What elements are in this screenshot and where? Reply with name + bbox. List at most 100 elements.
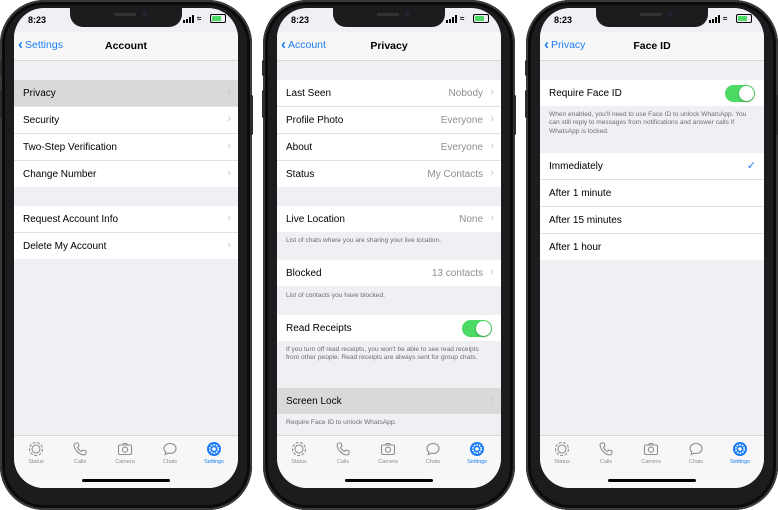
account-group-1: Privacy › Security › Two-Step Verification… bbox=[14, 80, 238, 187]
row-status[interactable]: Status My Contacts › bbox=[277, 161, 501, 187]
tab-camera[interactable]: Camera bbox=[105, 441, 145, 465]
chevron-right-icon: › bbox=[490, 140, 494, 152]
row-blocked[interactable]: Blocked 13 contacts › bbox=[277, 260, 501, 286]
signal-icon bbox=[446, 14, 457, 23]
tab-label: Calls bbox=[336, 459, 350, 465]
tab-settings[interactable]: Settings bbox=[457, 441, 497, 465]
nav-bar: ‹ Account Privacy bbox=[277, 32, 501, 61]
row-about[interactable]: About Everyone › bbox=[277, 134, 501, 161]
row-profile-photo[interactable]: Profile Photo Everyone › bbox=[277, 107, 501, 134]
tab-label: Calls bbox=[599, 459, 613, 465]
row-live-location[interactable]: Live Location None › bbox=[277, 206, 501, 232]
row-after-15-minutes[interactable]: After 15 minutes bbox=[540, 207, 764, 234]
tab-camera[interactable]: Camera bbox=[368, 441, 408, 465]
row-label: Screen Lock bbox=[286, 396, 342, 407]
row-label: Live Location bbox=[286, 214, 345, 225]
phone-privacy: 8:23 ≈ ‹ Account Privacy Last Seen Nobody ›… bbox=[262, 0, 516, 510]
battery-icon bbox=[210, 14, 226, 23]
battery-icon bbox=[473, 14, 489, 23]
phone-face-id: 8:23 ≈ ‹ Privacy Face ID Require Face ID … bbox=[525, 0, 778, 510]
read-receipts-footer: If you turn off read receipts, you won't… bbox=[286, 346, 479, 362]
camera-icon bbox=[643, 442, 659, 456]
privacy-group-blocked: Blocked 13 contacts › bbox=[277, 260, 501, 286]
live-location-footer: List of chats where you are sharing your… bbox=[286, 237, 442, 244]
row-label: Change Number bbox=[23, 169, 97, 180]
chats-icon bbox=[426, 442, 440, 456]
tab-status[interactable]: Status bbox=[16, 441, 56, 465]
privacy-group-screen-lock: Screen Lock › bbox=[277, 388, 501, 414]
row-value: 13 contacts bbox=[431, 268, 483, 279]
tab-label: Chats bbox=[688, 459, 704, 465]
read-receipts-toggle[interactable] bbox=[462, 320, 492, 337]
face-id-footer: When enabled, you'll need to use Face ID… bbox=[549, 111, 747, 135]
row-last-seen[interactable]: Last Seen Nobody › bbox=[277, 80, 501, 107]
tab-label: Status bbox=[554, 459, 570, 465]
row-two-step-verification[interactable]: Two-Step Verification › bbox=[14, 134, 238, 161]
chevron-right-icon: › bbox=[490, 394, 494, 406]
notch bbox=[596, 8, 708, 27]
row-after-1-minute[interactable]: After 1 minute bbox=[540, 180, 764, 207]
page-title: Face ID bbox=[633, 40, 671, 52]
row-value: Everyone bbox=[440, 142, 483, 153]
chevron-right-icon: › bbox=[490, 212, 494, 224]
chevron-right-icon: › bbox=[227, 212, 231, 224]
blocked-footer: List of contacts you have blocked. bbox=[286, 292, 385, 299]
screen: 8:23 ≈ ‹ Account Privacy Last Seen Nobody ›… bbox=[277, 8, 501, 488]
row-request-account-info[interactable]: Request Account Info › bbox=[14, 206, 238, 233]
tab-chats[interactable]: Chats bbox=[676, 441, 716, 465]
notch bbox=[333, 8, 445, 27]
camera-icon bbox=[380, 442, 396, 456]
require-face-id-toggle[interactable] bbox=[725, 85, 755, 102]
signal-icon bbox=[183, 14, 194, 23]
row-label: After 1 minute bbox=[549, 188, 612, 199]
battery-icon bbox=[736, 14, 752, 23]
chevron-right-icon: › bbox=[490, 167, 494, 179]
home-indicator bbox=[608, 479, 696, 482]
tab-label: Calls bbox=[73, 459, 87, 465]
phone-icon bbox=[599, 442, 613, 456]
row-change-number[interactable]: Change Number › bbox=[14, 161, 238, 187]
row-label: Read Receipts bbox=[286, 323, 352, 334]
row-label: Status bbox=[286, 169, 315, 180]
wifi-icon: ≈ bbox=[460, 13, 465, 23]
tab-calls[interactable]: Calls bbox=[60, 441, 100, 465]
tab-camera[interactable]: Camera bbox=[631, 441, 671, 465]
row-screen-lock[interactable]: Screen Lock › bbox=[277, 388, 501, 414]
row-security[interactable]: Security › bbox=[14, 107, 238, 134]
chevron-right-icon: › bbox=[490, 86, 494, 98]
face-id-group-require: Require Face ID bbox=[540, 80, 764, 106]
status-icon bbox=[28, 441, 44, 457]
side-button bbox=[0, 90, 2, 118]
gear-icon bbox=[207, 442, 221, 456]
gear-icon bbox=[733, 442, 747, 456]
tab-settings[interactable]: Settings bbox=[720, 441, 760, 465]
row-immediately[interactable]: Immediately ✓ bbox=[540, 153, 764, 180]
camera-icon bbox=[117, 442, 133, 456]
row-value: Nobody bbox=[448, 88, 483, 99]
tab-calls[interactable]: Calls bbox=[323, 441, 363, 465]
status-time: 8:23 bbox=[554, 15, 573, 25]
tab-chats[interactable]: Chats bbox=[413, 441, 453, 465]
tab-calls[interactable]: Calls bbox=[586, 441, 626, 465]
notch bbox=[70, 8, 182, 27]
status-time: 8:23 bbox=[291, 15, 310, 25]
tab-settings[interactable]: Settings bbox=[194, 441, 234, 465]
row-privacy[interactable]: Privacy › bbox=[14, 80, 238, 107]
tab-status[interactable]: Status bbox=[279, 441, 319, 465]
tab-label: Status bbox=[291, 459, 307, 465]
phone-icon bbox=[336, 442, 350, 456]
wifi-icon: ≈ bbox=[197, 13, 202, 23]
page-title: Account bbox=[105, 40, 147, 52]
tab-status[interactable]: Status bbox=[542, 441, 582, 465]
row-delete-account[interactable]: Delete My Account › bbox=[14, 233, 238, 259]
checkmark-icon: ✓ bbox=[746, 160, 756, 172]
side-button bbox=[525, 60, 528, 76]
wifi-icon: ≈ bbox=[723, 13, 728, 23]
row-value: None bbox=[459, 214, 483, 225]
screen: 8:23 ≈ ‹ Privacy Face ID Require Face ID … bbox=[540, 8, 764, 488]
chevron-right-icon: › bbox=[227, 140, 231, 152]
row-label: About bbox=[286, 142, 313, 153]
tab-chats[interactable]: Chats bbox=[150, 441, 190, 465]
row-after-1-hour[interactable]: After 1 hour bbox=[540, 234, 764, 260]
privacy-group-visibility: Last Seen Nobody › Profile Photo Everyone › … bbox=[277, 80, 501, 187]
